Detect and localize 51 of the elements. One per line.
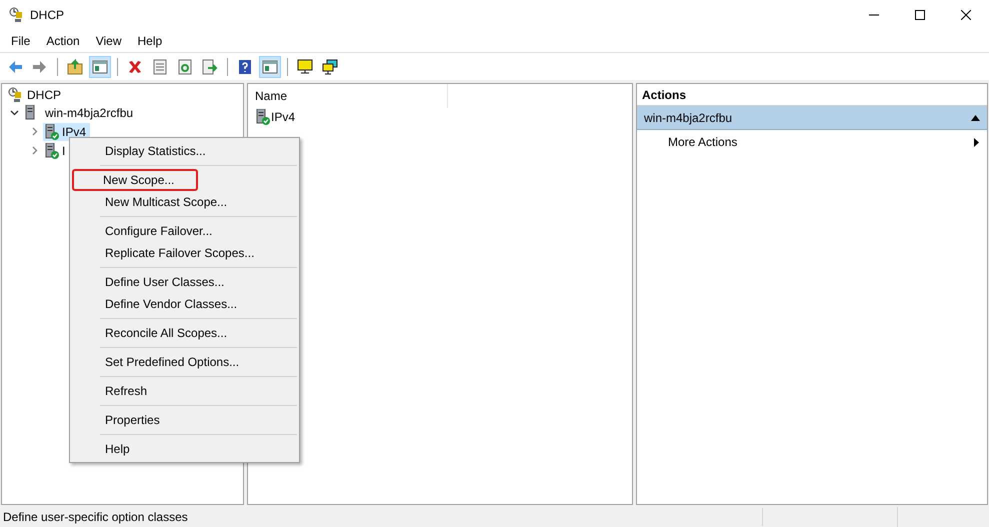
menu-option[interactable]: Define User Classes... xyxy=(72,271,234,293)
help-icon xyxy=(237,58,253,74)
server-check-icon xyxy=(256,109,270,125)
dhcp-icon xyxy=(7,86,23,102)
column-header[interactable]: Name xyxy=(248,84,448,108)
forward-arrow-icon xyxy=(32,58,48,74)
pane-toggle-icon xyxy=(92,58,108,74)
menu-option[interactable]: Reconcile All Scopes... xyxy=(72,322,238,344)
menu-option[interactable]: Configure Failover... xyxy=(72,220,222,242)
menu-option[interactable]: Help xyxy=(72,438,140,460)
tree-item-label: I xyxy=(62,142,66,160)
menu-option[interactable]: New Scope... xyxy=(72,169,198,191)
tree-item[interactable]: DHCP xyxy=(27,86,62,104)
folder-up-icon xyxy=(67,58,83,74)
close-icon xyxy=(961,10,971,20)
tree-item[interactable]: win-m4bja2rcfbu xyxy=(45,104,134,122)
menu-option[interactable]: Define Vendor Classes... xyxy=(72,293,248,315)
chevron-icon[interactable] xyxy=(10,108,19,117)
tree-item-label: IPv4 xyxy=(62,124,86,140)
tree-item[interactable]: I xyxy=(43,142,70,160)
menu-item[interactable]: View xyxy=(88,30,130,52)
menu-item[interactable]: Help xyxy=(130,30,170,52)
pane-toggle-icon xyxy=(262,58,278,74)
menu-option[interactable]: Display Statistics... xyxy=(72,140,216,162)
menu-item[interactable]: File xyxy=(3,30,38,52)
export-icon xyxy=(202,58,218,74)
server-check-icon xyxy=(45,124,59,140)
menu-option[interactable]: New Multicast Scope... xyxy=(72,191,238,213)
back-arrow-icon xyxy=(7,58,23,74)
collapse-icon xyxy=(971,114,980,120)
monitor-icon xyxy=(297,58,313,74)
action-item[interactable]: More Actions xyxy=(637,130,987,154)
maximize-icon xyxy=(915,10,925,20)
monitors-icon xyxy=(322,58,338,74)
properties-icon xyxy=(152,58,168,74)
status-text: Define user-specific option classes xyxy=(0,508,763,526)
submenu-arrow-icon xyxy=(974,138,979,146)
dhcp-icon xyxy=(8,7,24,23)
tree-item[interactable]: IPv4 xyxy=(43,122,90,140)
refresh-icon xyxy=(177,58,193,74)
window-title: DHCP xyxy=(30,7,64,24)
actions-section[interactable]: win-m4bja2rcfbu xyxy=(637,106,987,130)
menu-option[interactable]: Replicate Failover Scopes... xyxy=(72,242,264,264)
menu-option[interactable]: Refresh xyxy=(72,380,158,402)
delete-icon xyxy=(127,58,143,74)
menu-item[interactable]: Action xyxy=(38,30,88,52)
list-item[interactable]: IPv4 xyxy=(271,108,296,126)
menu-option[interactable]: Properties xyxy=(72,409,170,431)
server-check-icon xyxy=(45,142,59,158)
section-title: win-m4bja2rcfbu xyxy=(644,110,734,126)
menu-option[interactable]: Set Predefined Options... xyxy=(72,351,250,373)
